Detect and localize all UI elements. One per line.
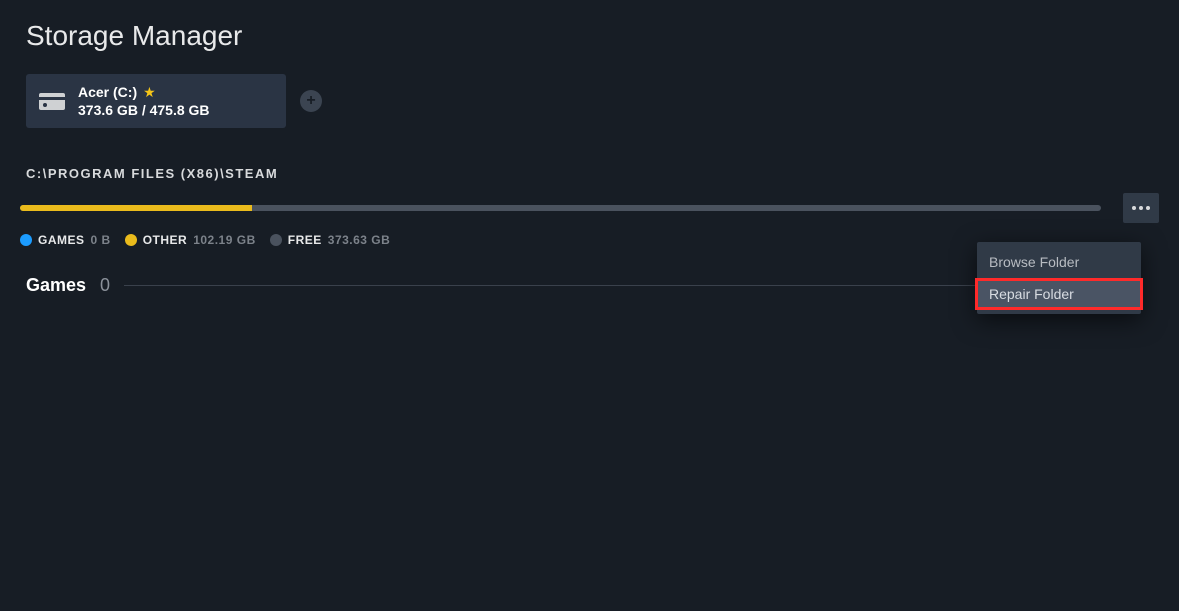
dot-icon	[125, 234, 137, 246]
usage-bar	[20, 205, 1101, 211]
drive-usage: 373.6 GB / 475.8 GB	[78, 102, 210, 118]
menu-item-browse-folder[interactable]: Browse Folder	[977, 246, 1141, 278]
drive-name: Acer (C:)	[78, 84, 137, 100]
legend-label: FREE	[288, 233, 322, 247]
drive-card[interactable]: Acer (C:) ★ 373.6 GB / 475.8 GB	[26, 74, 286, 128]
usage-fill-other	[20, 205, 252, 211]
context-menu: Browse Folder Repair Folder	[977, 242, 1141, 314]
legend-label: GAMES	[38, 233, 85, 247]
legend-label: OTHER	[143, 233, 188, 247]
menu-item-repair-folder[interactable]: Repair Folder	[977, 278, 1141, 310]
install-path: C:\PROGRAM FILES (X86)\STEAM	[26, 166, 1179, 181]
page-title: Storage Manager	[0, 0, 1179, 52]
dot-icon	[20, 234, 32, 246]
legend-other: OTHER 102.19 GB	[125, 233, 256, 247]
legend-value: 0 B	[91, 233, 111, 247]
games-count: 0	[100, 275, 110, 296]
star-icon: ★	[143, 85, 156, 99]
legend-value: 373.63 GB	[328, 233, 391, 247]
legend-games: GAMES 0 B	[20, 233, 111, 247]
plus-icon: +	[306, 92, 315, 110]
legend-free: FREE 373.63 GB	[270, 233, 391, 247]
more-options-button[interactable]	[1123, 193, 1159, 223]
games-heading: Games	[26, 275, 86, 296]
drive-icon	[38, 93, 66, 110]
dot-icon	[270, 234, 282, 246]
legend-value: 102.19 GB	[193, 233, 256, 247]
add-drive-button[interactable]: +	[300, 90, 322, 112]
